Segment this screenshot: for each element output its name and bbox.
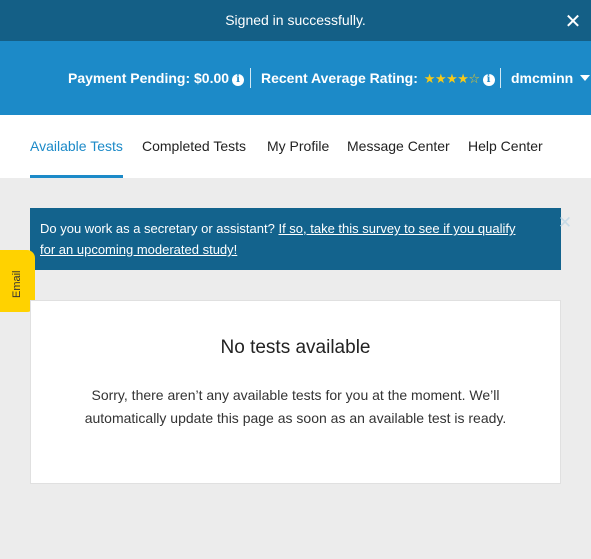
star-empty-icon: ☆	[468, 71, 480, 86]
star-filled-icon: ★	[446, 71, 458, 86]
survey-banner: Do you work as a secretary or assistant?…	[30, 208, 561, 270]
info-icon[interactable]: i	[232, 74, 245, 86]
account-header: Payment Pending: $0.00 i Recent Average R…	[0, 41, 591, 115]
flash-message-bar: Signed in successfully. ✕	[0, 0, 591, 41]
close-icon[interactable]: ✕	[563, 12, 583, 32]
flash-message-text: Signed in successfully.	[225, 12, 366, 28]
empty-state-message: Sorry, there aren’t any available tests …	[84, 387, 507, 426]
rating-stars: ★★★★☆	[424, 71, 480, 87]
chevron-down-icon[interactable]	[580, 75, 590, 81]
header-divider	[250, 68, 251, 88]
empty-state-card: No tests available Sorry, there aren’t a…	[30, 300, 561, 484]
close-icon[interactable]: ✕	[557, 214, 573, 231]
star-filled-icon: ★	[423, 71, 436, 86]
info-icon[interactable]: i	[482, 74, 495, 86]
username-menu[interactable]: dmcminn	[511, 70, 573, 86]
star-filled-icon: ★	[457, 71, 469, 86]
payment-pending-label: Payment Pending: $0.00	[68, 70, 230, 86]
rating-label: Recent Average Rating:	[261, 70, 418, 86]
header-divider	[500, 68, 501, 88]
tab-completed-tests[interactable]: Completed Tests	[142, 138, 246, 154]
star-filled-icon: ★	[434, 71, 447, 86]
active-tab-indicator	[30, 175, 123, 178]
payment-pending: Payment Pending: $0.00 i	[68, 70, 245, 86]
tab-my-profile[interactable]: My Profile	[267, 138, 329, 154]
empty-state-title: No tests available	[220, 337, 371, 358]
email-tab-label: Email	[11, 270, 23, 298]
survey-banner-text: Do you work as a secretary or assistant?	[40, 221, 275, 236]
main-nav: Available Tests Completed Tests My Profi…	[0, 115, 591, 178]
recent-average-rating: Recent Average Rating: ★★★★☆ i	[261, 70, 495, 87]
tab-help-center[interactable]: Help Center	[468, 138, 543, 154]
tab-available-tests[interactable]: Available Tests	[30, 138, 123, 154]
tab-message-center[interactable]: Message Center	[347, 138, 450, 154]
